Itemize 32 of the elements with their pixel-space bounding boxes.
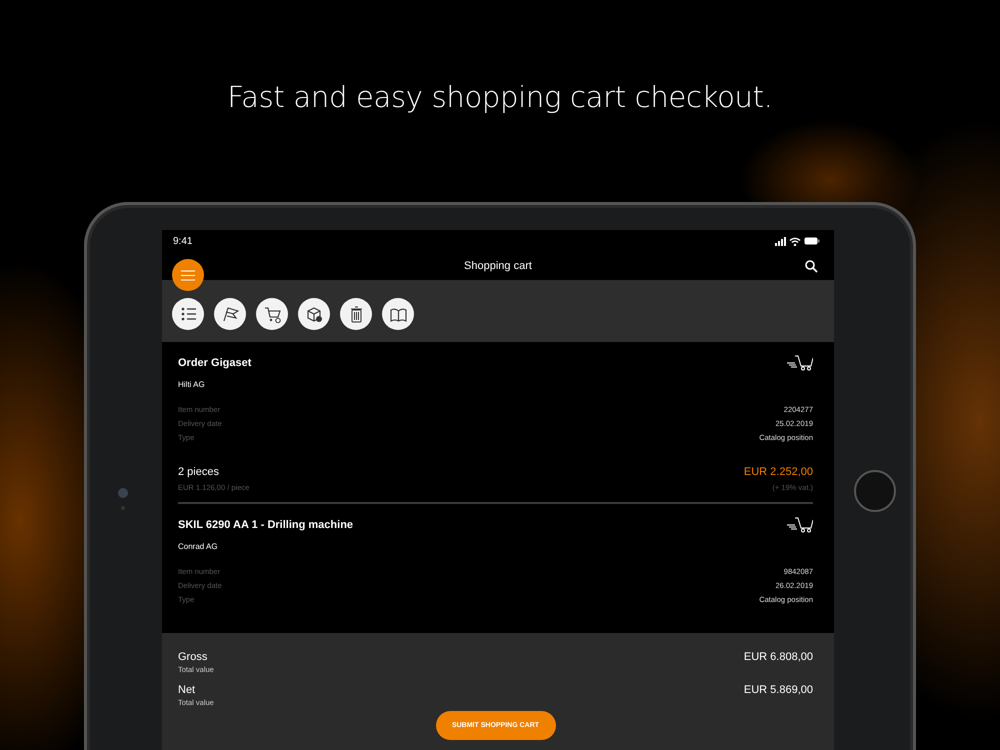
toolbar-button[interactable] bbox=[172, 298, 204, 330]
wifi-icon bbox=[789, 236, 801, 246]
home-button[interactable] bbox=[854, 470, 896, 512]
total-label: Net bbox=[178, 684, 196, 696]
menu-button[interactable] bbox=[172, 259, 204, 291]
supplier-name: Conrad AG bbox=[178, 542, 219, 551]
toolbar-button[interactable] bbox=[256, 298, 288, 330]
toolbar-button[interactable] bbox=[340, 298, 372, 330]
quantity: 2 pieces bbox=[178, 466, 219, 478]
toolbar-button[interactable] bbox=[298, 298, 330, 330]
toolbar-button[interactable] bbox=[382, 298, 414, 330]
camera-dot bbox=[118, 488, 128, 498]
item-price: EUR 2.252,00 bbox=[744, 466, 813, 478]
total-amount: EUR 6.808,00 bbox=[744, 651, 813, 663]
status-time: 9:41 bbox=[173, 236, 192, 246]
item-title: Order Gigaset bbox=[178, 356, 252, 368]
cart-icon bbox=[787, 354, 813, 371]
battery-icon bbox=[804, 237, 820, 245]
supplier-name: Hilti AG bbox=[178, 380, 206, 389]
list-icon bbox=[180, 306, 196, 322]
total-label: Gross bbox=[178, 651, 208, 663]
menu-icon bbox=[181, 270, 195, 280]
flag-icon bbox=[222, 306, 238, 322]
headline: Fast and easy shopping cart checkout. bbox=[227, 80, 773, 116]
toolbar-button[interactable] bbox=[214, 298, 246, 330]
cart-icon bbox=[787, 516, 813, 533]
search-icon[interactable] bbox=[805, 260, 818, 273]
item-title: SKIL 6290 AA 1 - Drilling machine bbox=[178, 518, 354, 530]
open-book-icon bbox=[390, 306, 406, 322]
total-amount: EUR 5.869,00 bbox=[744, 684, 813, 696]
screen-title: Shopping cart bbox=[464, 260, 532, 272]
signal-icon bbox=[775, 236, 786, 246]
